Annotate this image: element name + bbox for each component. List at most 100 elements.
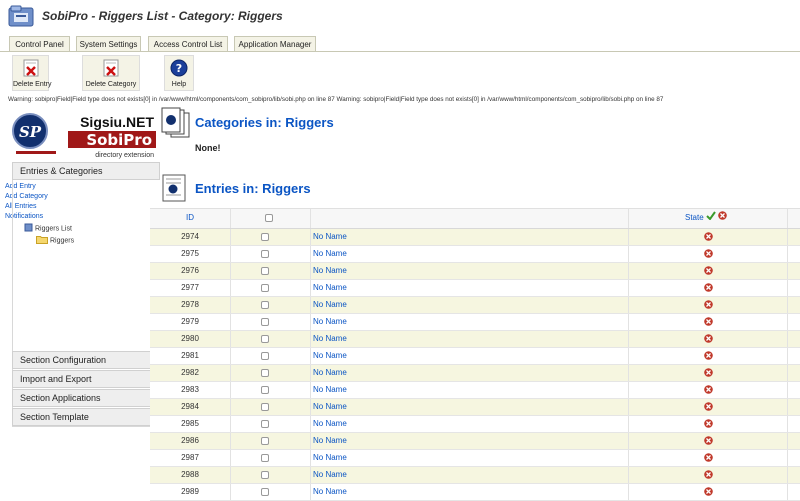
tab-access-control-list[interactable]: Access Control List	[148, 36, 228, 51]
entry-name-link[interactable]: No Name	[313, 331, 347, 347]
delete-category-label: Delete Category	[85, 81, 137, 88]
svg-text:SobiPro: SobiPro	[86, 131, 152, 149]
svg-text:?: ?	[176, 62, 182, 75]
unpublished-icon[interactable]	[704, 351, 713, 360]
unpublished-icon[interactable]	[704, 266, 713, 275]
row-checkbox[interactable]	[261, 471, 269, 479]
unpublished-icon[interactable]	[704, 453, 713, 462]
unpublished-icon[interactable]	[704, 419, 713, 428]
svg-text:Sigsiu.NET: Sigsiu.NET	[80, 114, 154, 130]
menu-section-applications[interactable]: Section Applications	[12, 389, 160, 407]
row-checkbox[interactable]	[261, 267, 269, 275]
unpublished-icon[interactable]	[704, 300, 713, 309]
entry-id: 2978	[181, 300, 199, 309]
row-checkbox[interactable]	[261, 488, 269, 496]
unpublished-icon[interactable]	[704, 436, 713, 445]
publish-all-icon[interactable]	[706, 209, 716, 227]
entry-name-link[interactable]: No Name	[313, 399, 347, 415]
entry-id: 2976	[181, 266, 199, 275]
row-checkbox[interactable]	[261, 318, 269, 326]
categories-empty-text: None!	[195, 143, 221, 153]
column-header-id[interactable]: ID	[150, 209, 230, 228]
entry-id: 2982	[181, 368, 199, 377]
row-checkbox[interactable]	[261, 233, 269, 241]
delete-entry-icon	[23, 59, 38, 77]
row-checkbox[interactable]	[261, 352, 269, 360]
row-checkbox[interactable]	[261, 284, 269, 292]
row-checkbox[interactable]	[261, 335, 269, 343]
select-all-checkbox[interactable]	[265, 214, 273, 222]
all-entries-link[interactable]: All Entries	[5, 203, 37, 210]
row-checkbox[interactable]	[261, 369, 269, 377]
unpublished-icon[interactable]	[704, 368, 713, 377]
tab-application-manager[interactable]: Application Manager	[234, 36, 316, 51]
row-checkbox[interactable]	[261, 250, 269, 258]
tab-system-settings[interactable]: System Settings	[76, 36, 141, 51]
tree-child-label: Riggers	[49, 237, 75, 245]
sobipro-logo: SP Sigsiu.NET SobiPro directory extensio…	[12, 107, 159, 160]
entry-id: 2989	[181, 487, 199, 496]
table-header: ID State	[150, 208, 800, 229]
table-row: 2983 No Name	[150, 382, 800, 399]
menu-section-configuration[interactable]: Section Configuration	[12, 351, 160, 369]
row-checkbox[interactable]	[261, 454, 269, 462]
section-icon	[24, 223, 33, 234]
menu-import-export[interactable]: Import and Export	[12, 370, 160, 388]
entry-name-link[interactable]: No Name	[313, 416, 347, 432]
entry-name-link[interactable]: No Name	[313, 348, 347, 364]
menu-entries-categories[interactable]: Entries & Categories	[12, 162, 160, 180]
row-checkbox[interactable]	[261, 420, 269, 428]
delete-entry-label: Delete Entry	[13, 81, 52, 88]
unpublished-icon[interactable]	[704, 283, 713, 292]
table-row: 2978 No Name	[150, 297, 800, 314]
unpublish-all-icon[interactable]	[718, 209, 727, 227]
entry-name-link[interactable]: No Name	[313, 229, 347, 245]
entry-name-link[interactable]: No Name	[313, 263, 347, 279]
entry-id: 2987	[181, 453, 199, 462]
entry-name-link[interactable]: No Name	[313, 433, 347, 449]
entry-id: 2984	[181, 402, 199, 411]
entry-name-link[interactable]: No Name	[313, 450, 347, 466]
entry-name-link[interactable]: No Name	[313, 484, 347, 500]
tree-item-riggers[interactable]: Riggers	[36, 235, 74, 246]
entry-name-link[interactable]: No Name	[313, 280, 347, 296]
unpublished-icon[interactable]	[704, 249, 713, 258]
table-row: 2981 No Name	[150, 348, 800, 365]
categories-icon	[161, 107, 191, 142]
delete-category-button[interactable]: Delete Category	[82, 55, 140, 91]
unpublished-icon[interactable]	[704, 334, 713, 343]
row-checkbox[interactable]	[261, 437, 269, 445]
table-row: 2986 No Name	[150, 433, 800, 450]
entry-name-link[interactable]: No Name	[313, 467, 347, 483]
row-checkbox[interactable]	[261, 301, 269, 309]
entry-name-link[interactable]: No Name	[313, 365, 347, 381]
sobipro-app-icon	[8, 4, 36, 28]
column-header-state[interactable]: State	[685, 209, 727, 228]
tree-item-riggers-list[interactable]: Riggers List	[24, 223, 72, 234]
entry-id: 2988	[181, 470, 199, 479]
table-row: 2982 No Name	[150, 365, 800, 382]
entry-name-link[interactable]: No Name	[313, 246, 347, 262]
panel-border-bottom	[12, 426, 162, 427]
table-row: 2974 No Name	[150, 229, 800, 246]
tab-control-panel[interactable]: Control Panel	[9, 36, 70, 51]
unpublished-icon[interactable]	[704, 470, 713, 479]
help-button[interactable]: ? Help	[164, 55, 194, 91]
delete-entry-button[interactable]: Delete Entry	[12, 55, 52, 91]
entry-id: 2974	[181, 232, 199, 241]
entries-heading: Entries in: Riggers	[195, 181, 311, 196]
unpublished-icon[interactable]	[704, 385, 713, 394]
unpublished-icon[interactable]	[704, 232, 713, 241]
entry-name-link[interactable]: No Name	[313, 382, 347, 398]
row-checkbox[interactable]	[261, 386, 269, 394]
table-row: 2980 No Name	[150, 331, 800, 348]
entry-name-link[interactable]: No Name	[313, 314, 347, 330]
notifications-link[interactable]: Notifications	[5, 213, 43, 220]
add-entry-link[interactable]: Add Entry	[5, 183, 36, 190]
entry-id: 2986	[181, 436, 199, 445]
unpublished-icon[interactable]	[704, 402, 713, 411]
menu-section-template[interactable]: Section Template	[12, 408, 160, 426]
unpublished-icon[interactable]	[704, 317, 713, 326]
row-checkbox[interactable]	[261, 403, 269, 411]
entry-name-link[interactable]: No Name	[313, 297, 347, 313]
